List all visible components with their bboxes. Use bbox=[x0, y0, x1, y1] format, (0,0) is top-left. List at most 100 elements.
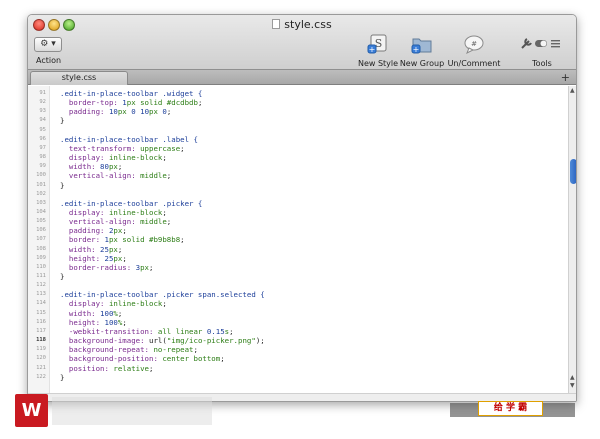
scroll-down-arrow-icon[interactable]: ▼ bbox=[570, 382, 575, 389]
scroll-up-arrow-icon[interactable]: ▲ bbox=[570, 87, 575, 94]
line-number: 100 bbox=[36, 172, 46, 179]
code-line: text-transform: uppercase; bbox=[60, 144, 185, 153]
code-token: px solid #b9b8b8 bbox=[108, 235, 181, 245]
code-token: ; bbox=[117, 244, 123, 254]
code-line: .edit-in-place-toolbar .widget { bbox=[60, 89, 202, 98]
line-number: 92 bbox=[39, 99, 46, 106]
code-line: .edit-in-place-toolbar .picker span.sele… bbox=[60, 290, 265, 299]
tab-style-css[interactable]: style.css bbox=[30, 71, 128, 85]
code-token: px bbox=[140, 262, 150, 272]
code-line: width: 100%; bbox=[60, 309, 122, 318]
code-token: ; bbox=[122, 226, 127, 236]
code-token: ; bbox=[180, 143, 185, 153]
code-token: px bbox=[149, 107, 163, 117]
comment-bubble-icon: # bbox=[464, 35, 484, 55]
code-line: } bbox=[60, 272, 64, 281]
line-number: 112 bbox=[36, 282, 46, 289]
line-number: 116 bbox=[36, 318, 46, 325]
code-line: vertical-align: middle; bbox=[60, 217, 171, 226]
code-line: border-radius: 3px; bbox=[60, 262, 154, 272]
code-token: 25 bbox=[100, 244, 109, 254]
watermark-strip bbox=[52, 397, 212, 425]
code-token: height: bbox=[60, 253, 105, 263]
un-comment-button[interactable]: # Un/Comment bbox=[444, 34, 504, 68]
code-token: ; bbox=[180, 235, 185, 245]
new-group-label: New Group bbox=[399, 59, 445, 68]
line-number: 94 bbox=[39, 117, 46, 124]
code-token: 100 bbox=[100, 308, 114, 318]
code-token: display: bbox=[60, 207, 109, 217]
folder-icon: + bbox=[411, 38, 432, 54]
line-number: 121 bbox=[36, 364, 46, 371]
code-token: no-repeat bbox=[153, 345, 194, 355]
line-number-gutter: 91 92 93 94 95 96 97 98 99 100 101 102 103 104 105 106 1… bbox=[28, 86, 50, 401]
code-token: all linear bbox=[157, 326, 207, 336]
action-label: Action bbox=[36, 56, 62, 65]
line-number: 99 bbox=[39, 163, 46, 170]
tools-icon bbox=[521, 38, 560, 49]
code-line: height: 25px; bbox=[60, 254, 127, 263]
code-line: width: 25px; bbox=[60, 245, 122, 254]
code-token: px bbox=[117, 107, 132, 117]
line-number: 108 bbox=[36, 245, 46, 252]
code-token: border-top: bbox=[60, 98, 123, 108]
code-token: .edit-in-place-toolbar .widget { bbox=[60, 89, 203, 98]
editor-window: style.css ⚙ ▾ Action S + New Style + New… bbox=[27, 14, 577, 402]
new-group-button[interactable]: + New Group bbox=[392, 34, 452, 68]
line-number: 117 bbox=[36, 327, 46, 334]
line-number: 106 bbox=[36, 227, 46, 234]
code-token: 0.15 bbox=[206, 326, 225, 336]
code-line: background-position: center bottom; bbox=[60, 354, 225, 363]
code-line: padding: 2px; bbox=[60, 226, 127, 235]
tools-button[interactable]: Tools bbox=[512, 34, 572, 68]
svg-text:+: + bbox=[413, 45, 420, 54]
code-token: ; bbox=[162, 207, 167, 217]
code-token: center bottom bbox=[162, 354, 221, 364]
code-token: 100 bbox=[104, 317, 118, 327]
code-token: inline-block bbox=[108, 207, 163, 217]
code-line: width: 80px; bbox=[60, 162, 122, 171]
line-number: 93 bbox=[39, 108, 46, 115]
window-title: style.css bbox=[284, 18, 332, 31]
line-number: 105 bbox=[36, 218, 46, 225]
code-token: ; bbox=[122, 317, 127, 327]
line-number: 101 bbox=[36, 181, 46, 188]
code-token: ; bbox=[260, 336, 265, 346]
code-token: background-repeat: bbox=[60, 345, 154, 355]
line-number: 111 bbox=[36, 273, 46, 279]
svg-text:#: # bbox=[471, 40, 477, 48]
code-token: background-image: bbox=[60, 336, 149, 346]
add-tab-icon[interactable]: + bbox=[561, 71, 570, 84]
code-token: ; bbox=[229, 326, 234, 336]
code-token: inline-block bbox=[108, 299, 163, 309]
line-number: 109 bbox=[36, 254, 46, 261]
code-token: border: bbox=[60, 235, 105, 245]
code-token: ; bbox=[117, 308, 123, 318]
code-token: background-position: bbox=[60, 354, 163, 364]
line-number: 95 bbox=[39, 126, 46, 133]
scroll-up-small-arrow-icon[interactable]: ▲ bbox=[570, 374, 575, 381]
code-token: ; bbox=[166, 107, 172, 117]
code-token: 80 bbox=[100, 162, 109, 172]
line-number: 120 bbox=[36, 355, 46, 362]
line-number: 115 bbox=[36, 309, 46, 316]
vertical-scroll-thumb[interactable] bbox=[570, 159, 576, 184]
code-editor[interactable]: 91 92 93 94 95 96 97 98 99 100 101 102 103 104 105 106 1… bbox=[28, 86, 576, 401]
code-token: 10 bbox=[140, 107, 150, 117]
vertical-scrollbar[interactable]: ▲ ▲ ▼ bbox=[568, 86, 576, 393]
code-token: } bbox=[60, 272, 65, 281]
code-line: background-repeat: no-repeat; bbox=[60, 345, 198, 354]
code-token: display: bbox=[60, 153, 109, 163]
line-number: 91 bbox=[39, 90, 46, 96]
line-number: 102 bbox=[36, 190, 46, 197]
code-line: -webkit-transition: all linear 0.15s; bbox=[60, 327, 234, 336]
action-button[interactable]: ⚙ ▾ bbox=[34, 37, 62, 52]
line-number: 118 bbox=[36, 337, 46, 344]
code-line: padding: 10px 0 10px 0; bbox=[60, 107, 171, 116]
code-token: } bbox=[60, 116, 65, 126]
line-number: 97 bbox=[39, 144, 46, 151]
code-token: vertical-align: bbox=[60, 171, 141, 181]
code-token: ; bbox=[122, 253, 127, 263]
code-token: ; bbox=[162, 153, 167, 163]
line-number: 107 bbox=[36, 236, 46, 243]
